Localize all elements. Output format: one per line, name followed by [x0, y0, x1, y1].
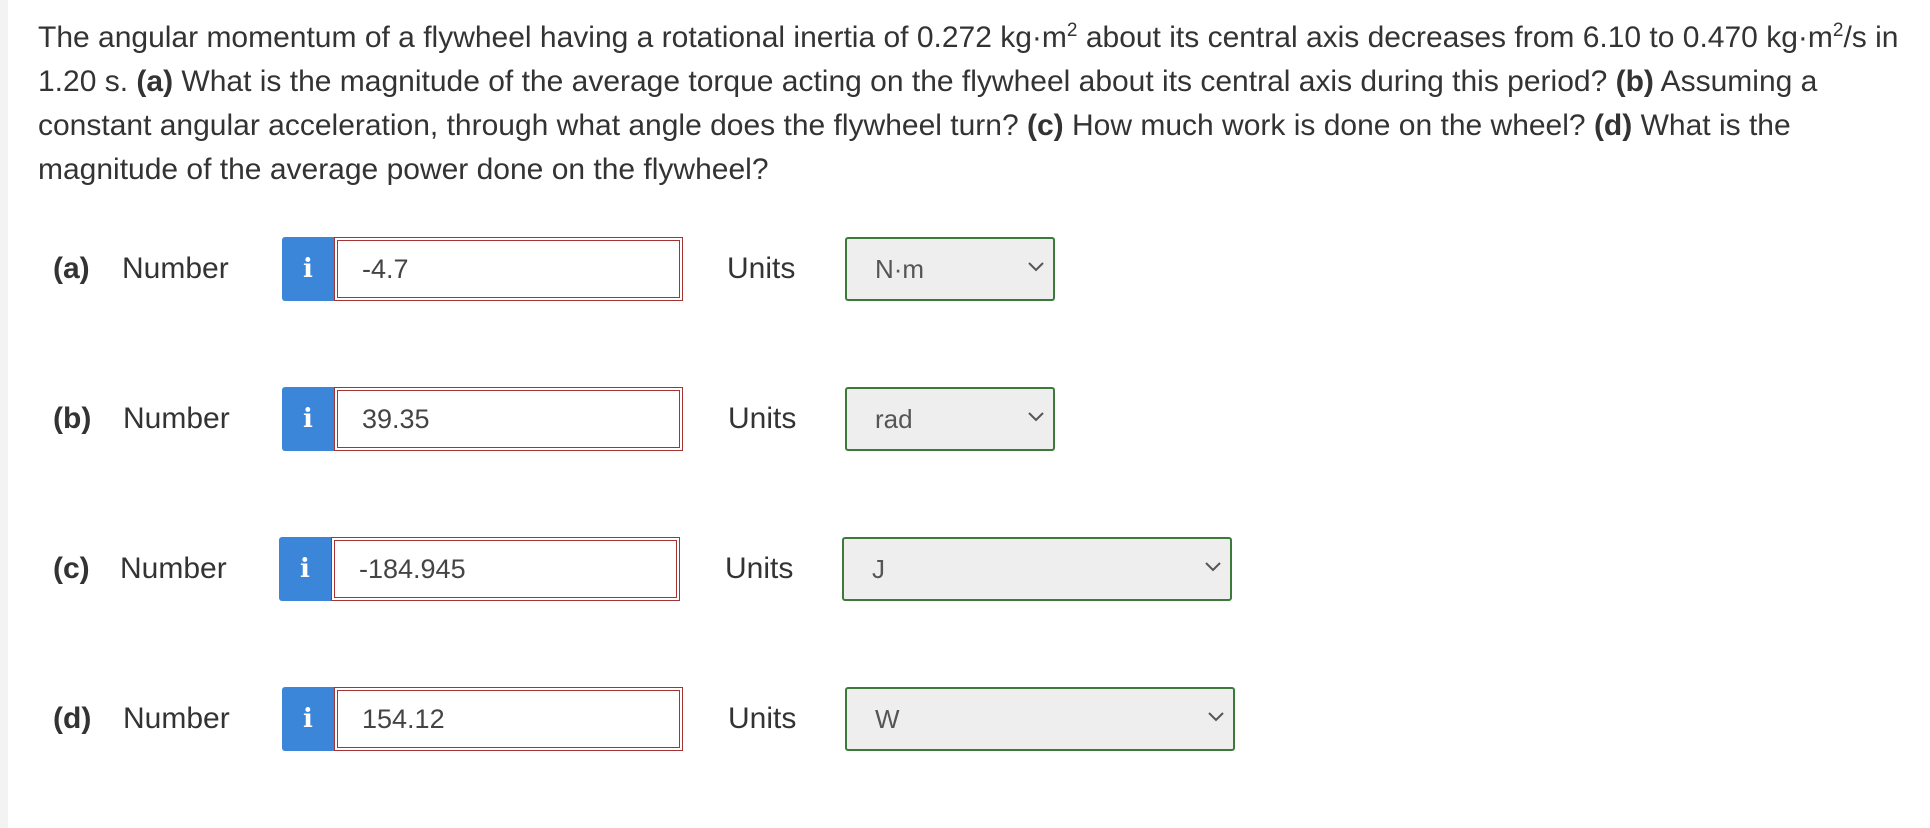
- units-select-a[interactable]: N·m: [845, 237, 1055, 301]
- superscript: 2: [1832, 20, 1844, 41]
- selected-unit: J: [872, 554, 885, 584]
- part-a-marker: (a): [136, 65, 174, 98]
- number-input-b[interactable]: [334, 387, 683, 451]
- chevron-down-icon: [1205, 562, 1221, 572]
- number-label: Number: [120, 552, 227, 585]
- units-select-c[interactable]: J: [842, 537, 1232, 601]
- info-icon[interactable]: i: [279, 537, 331, 601]
- question-text-segment: about its central axis decreases from 6.…: [1077, 21, 1833, 54]
- number-input-d[interactable]: [334, 687, 683, 751]
- selected-unit: N·m: [875, 254, 925, 284]
- number-input-c[interactable]: [331, 537, 680, 601]
- chevron-down-icon: [1208, 712, 1224, 722]
- part-c-marker: (c): [1026, 109, 1064, 142]
- units-select-d[interactable]: W: [845, 687, 1235, 751]
- part-label: (d): [53, 702, 92, 735]
- part-label: (b): [53, 402, 92, 435]
- number-label: Number: [123, 702, 230, 735]
- info-icon[interactable]: i: [282, 387, 334, 451]
- part-d-marker: (d): [1593, 109, 1633, 142]
- number-label: Number: [123, 402, 230, 435]
- question-card: The angular momentum of a flywheel havin…: [8, 0, 1930, 828]
- part-b-marker: (b): [1615, 65, 1654, 98]
- units-label: Units: [727, 252, 796, 285]
- superscript: 2: [1066, 20, 1078, 41]
- units-label: Units: [725, 552, 794, 585]
- units-label: Units: [728, 402, 797, 435]
- units-label: Units: [728, 702, 797, 735]
- question-intro: The angular momentum of a flywheel havin…: [38, 21, 1067, 54]
- selected-unit: W: [875, 704, 900, 734]
- part-c-question: How much work is done on the wheel?: [1063, 109, 1594, 142]
- number-input-a[interactable]: [334, 237, 683, 301]
- units-select-b[interactable]: rad: [845, 387, 1055, 451]
- part-a-question: What is the magnitude of the average tor…: [173, 65, 1616, 98]
- question-text: The angular momentum of a flywheel havin…: [38, 16, 1908, 192]
- selected-unit: rad: [875, 404, 913, 434]
- part-label: (c): [53, 552, 90, 585]
- chevron-down-icon: [1028, 412, 1044, 422]
- chevron-down-icon: [1028, 262, 1044, 272]
- number-label: Number: [122, 252, 229, 285]
- info-icon[interactable]: i: [282, 237, 334, 301]
- info-icon[interactable]: i: [282, 687, 334, 751]
- part-label: (a): [53, 252, 90, 285]
